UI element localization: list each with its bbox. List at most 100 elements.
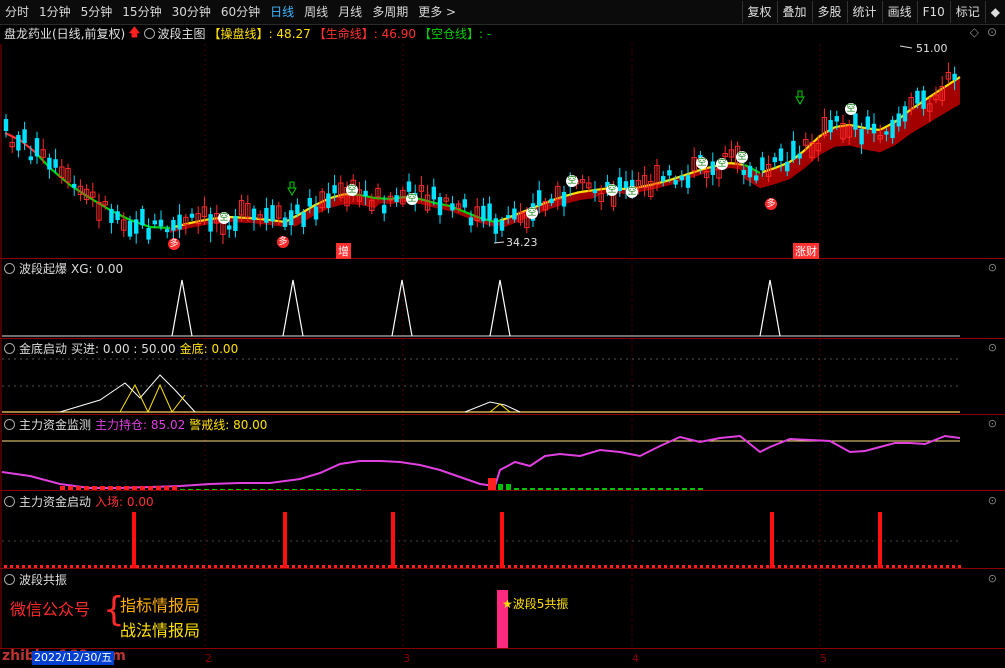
candle-body — [673, 179, 678, 185]
gold-line — [119, 383, 186, 414]
kong-marker: 空 — [626, 186, 638, 198]
candle-body — [884, 131, 889, 135]
candle-body — [785, 161, 790, 172]
month-label: 4 — [632, 652, 639, 665]
candle-body — [772, 157, 777, 163]
pane-separator — [0, 258, 1005, 259]
capital-bar — [488, 478, 496, 490]
candle-body — [685, 175, 691, 188]
month-label: 2 — [205, 652, 212, 665]
candle-body — [208, 214, 213, 232]
candle-body — [270, 205, 275, 222]
kong-marker: 空 — [736, 151, 748, 163]
candle-body — [741, 169, 746, 175]
candle-body — [561, 191, 567, 207]
kong-marker: 空 — [566, 175, 578, 187]
candle-body — [921, 90, 926, 109]
resonance-signal-label: ★波段5共振 — [502, 597, 569, 611]
pane1-settings-icon[interactable] — [4, 263, 15, 274]
pane3-name[interactable]: 主力资金监测 — [19, 416, 91, 433]
kong-marker: 空 — [218, 212, 230, 224]
candle-body — [115, 211, 120, 221]
candle-body — [667, 170, 672, 176]
kong-marker: 空 — [526, 207, 538, 219]
candle-body — [760, 157, 765, 171]
pane4-settings-icon[interactable] — [4, 496, 15, 507]
pane5-name[interactable]: 波段共振 — [19, 571, 67, 588]
pane3-close-icon[interactable]: ⊙ — [988, 417, 997, 430]
duo-marker: 多 — [168, 238, 180, 250]
candle-body — [481, 205, 486, 222]
candle-body — [431, 186, 436, 200]
wechat-label: 微信公众号 — [10, 600, 91, 619]
kong-marker: 空 — [406, 193, 418, 205]
pane2-name[interactable]: 金底启动 — [19, 340, 67, 357]
candle-body — [189, 213, 195, 218]
candle-body — [394, 195, 399, 203]
candle-body — [828, 119, 833, 133]
pane1-close-icon[interactable]: ⊙ — [988, 261, 997, 274]
xg-spike — [171, 279, 193, 337]
candle-body — [363, 190, 368, 197]
kong-marker: 空 — [606, 184, 618, 196]
candle-body — [152, 220, 157, 225]
candle-body — [28, 156, 33, 161]
entry-bar — [283, 512, 287, 568]
pane1-title: 波段起爆 XG: 0.00 — [4, 260, 123, 277]
pane4-close-icon[interactable]: ⊙ — [988, 494, 997, 507]
candle-body — [3, 119, 9, 131]
promo-line1: 指标情报局 — [120, 596, 201, 615]
candle-body — [778, 148, 784, 161]
candle-body — [382, 204, 387, 214]
candle-body — [890, 119, 895, 139]
pane4-name[interactable]: 主力资金启动 — [19, 493, 91, 510]
buy-arrow-icon — [795, 90, 805, 106]
candle-body — [896, 113, 901, 127]
candle-body — [165, 229, 170, 233]
candle-body — [326, 193, 331, 208]
candle-body — [549, 198, 554, 204]
candle-body — [227, 225, 232, 230]
candle-body — [158, 219, 164, 227]
kong-marker: 空 — [845, 103, 857, 115]
kong-marker: 空 — [346, 184, 358, 196]
candle-body — [264, 207, 269, 223]
candle-body — [146, 227, 151, 240]
xg-spike — [282, 279, 304, 337]
candle-body — [754, 175, 759, 181]
candle-body — [307, 197, 312, 207]
candle-body — [282, 217, 288, 227]
candle-body — [506, 215, 511, 219]
candle-body — [617, 177, 622, 192]
candle-body — [512, 208, 517, 220]
candle-body — [450, 203, 455, 211]
pane3-hold: 主力持仓: 85.02 — [95, 418, 186, 432]
pane5-settings-icon[interactable] — [4, 574, 15, 585]
candle-body — [34, 138, 40, 157]
pane2-settings-icon[interactable] — [4, 343, 15, 354]
candle-body — [127, 220, 133, 237]
pane2-close-icon[interactable]: ⊙ — [988, 341, 997, 354]
pane3-settings-icon[interactable] — [4, 419, 15, 430]
pane1-values: XG: 0.00 — [71, 261, 124, 276]
candle-body — [915, 90, 920, 104]
buy-arrow-icon — [287, 181, 297, 197]
candle-body — [679, 175, 684, 181]
pane4-title: 主力资金启动 入场: 0.00 — [4, 493, 154, 510]
candle-body — [53, 159, 58, 168]
candle-body — [853, 113, 858, 130]
candle-body — [295, 204, 300, 215]
pane1-name[interactable]: 波段起爆 — [19, 260, 67, 277]
candle-body — [332, 185, 337, 194]
xg-spike — [759, 279, 781, 337]
candle-body — [952, 73, 957, 80]
entry-bar — [770, 512, 774, 568]
candle-body — [72, 183, 77, 188]
candle-body — [834, 116, 839, 122]
candle-body — [301, 212, 306, 227]
candle-body — [109, 208, 114, 223]
pane3-title: 主力资金监测 主力持仓: 85.02 警戒线: 80.00 — [4, 416, 267, 433]
pane-separator — [0, 648, 1005, 649]
pane5-close-icon[interactable]: ⊙ — [988, 572, 997, 585]
pane2-values: 买进: 0.00 : 50.00 — [71, 342, 176, 356]
